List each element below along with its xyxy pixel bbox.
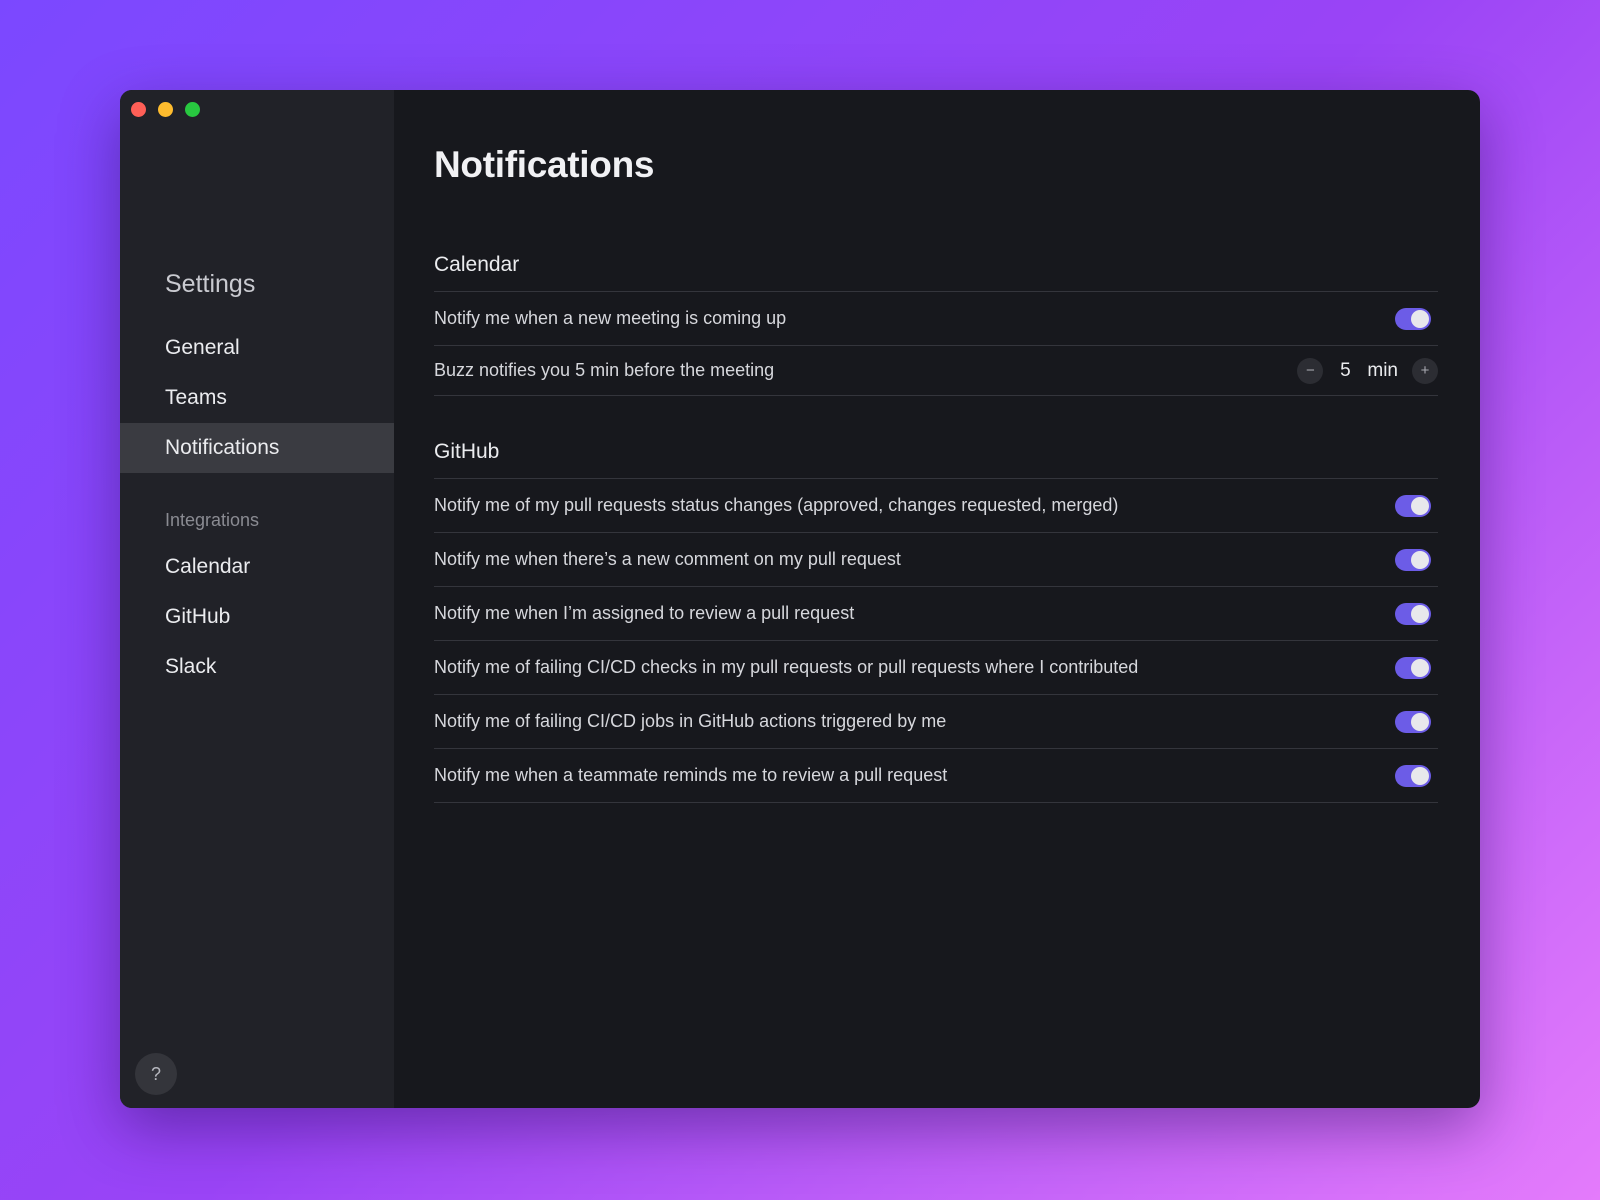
ci-checks-toggle[interactable] [1395, 656, 1431, 679]
meeting-upcoming-toggle[interactable] [1395, 307, 1431, 330]
settings-window: Settings General Teams Notifications Int… [120, 90, 1480, 1108]
sidebar-item-slack[interactable]: Slack [120, 642, 394, 692]
toggle-knob [1411, 712, 1429, 731]
setting-label: Notify me when a teammate reminds me to … [434, 765, 948, 785]
setting-label: Notify me of failing CI/CD checks in my … [434, 657, 1139, 677]
setting-row: Notify me when a teammate reminds me to … [434, 749, 1438, 803]
toggle-knob [1411, 309, 1429, 328]
help-icon: ? [150, 1063, 161, 1084]
minus-icon: − [1305, 362, 1315, 379]
minimize-window-button[interactable] [158, 102, 173, 117]
section-title-github: GitHub [434, 440, 1438, 479]
close-window-button[interactable] [131, 102, 146, 117]
window-controls [131, 102, 200, 117]
pr-status-toggle[interactable] [1395, 494, 1431, 517]
setting-row: Notify me when a new meeting is coming u… [434, 292, 1438, 346]
ci-jobs-toggle[interactable] [1395, 710, 1431, 733]
sidebar: Settings General Teams Notifications Int… [120, 90, 394, 1108]
sidebar-item-label: GitHub [165, 605, 231, 628]
section-title-calendar: Calendar [434, 253, 1438, 292]
teammate-reminder-toggle[interactable] [1395, 764, 1431, 787]
sidebar-item-github[interactable]: GitHub [120, 592, 394, 642]
setting-row: Notify me when there’s a new comment on … [434, 533, 1438, 587]
setting-row: Buzz notifies you 5 min before the meeti… [434, 346, 1438, 396]
reminder-minutes-value: 5 [1340, 359, 1351, 381]
sidebar-item-calendar[interactable]: Calendar [120, 542, 394, 592]
increment-button[interactable]: + [1412, 357, 1438, 384]
pr-comment-toggle[interactable] [1395, 548, 1431, 571]
sidebar-item-general[interactable]: General [120, 323, 394, 373]
toggle-knob [1411, 658, 1429, 677]
sidebar-item-label: Notifications [165, 436, 280, 459]
integrations-section-label: Integrations [165, 510, 260, 530]
setting-label: Notify me of my pull requests status cha… [434, 495, 1119, 515]
sidebar-item-teams[interactable]: Teams [120, 373, 394, 423]
sidebar-title: Settings [165, 270, 256, 298]
sidebar-item-label: Teams [165, 386, 227, 409]
toggle-knob [1411, 496, 1429, 515]
maximize-window-button[interactable] [185, 102, 200, 117]
decrement-button[interactable]: − [1297, 357, 1324, 384]
setting-label: Notify me when I’m assigned to review a … [434, 603, 855, 623]
sidebar-item-label: Slack [165, 655, 217, 678]
setting-row: Notify me when I’m assigned to review a … [434, 587, 1438, 641]
toggle-knob [1411, 766, 1429, 785]
reminder-minutes-unit: min [1367, 359, 1398, 381]
sidebar-item-notifications[interactable]: Notifications [120, 423, 394, 473]
setting-label: Notify me when there’s a new comment on … [434, 549, 901, 569]
toggle-knob [1411, 550, 1429, 569]
setting-row: Notify me of failing CI/CD checks in my … [434, 641, 1438, 695]
setting-row: Notify me of failing CI/CD jobs in GitHu… [434, 695, 1438, 749]
github-section: GitHub Notify me of my pull requests sta… [434, 440, 1438, 803]
main-panel: Notifications Calendar Notify me when a … [394, 90, 1480, 1108]
plus-icon: + [1420, 362, 1430, 379]
setting-row: Notify me of my pull requests status cha… [434, 479, 1438, 533]
reminder-minutes-stepper: − 5 min + [1297, 357, 1438, 384]
page-title: Notifications [434, 144, 655, 185]
setting-label: Buzz notifies you 5 min before the meeti… [434, 360, 775, 380]
sidebar-item-label: Calendar [165, 555, 251, 578]
setting-label: Notify me when a new meeting is coming u… [434, 308, 787, 328]
help-button[interactable]: ? [135, 1053, 177, 1095]
setting-label: Notify me of failing CI/CD jobs in GitHu… [434, 711, 947, 731]
review-assigned-toggle[interactable] [1395, 602, 1431, 625]
calendar-section: Calendar Notify me when a new meeting is… [434, 253, 1438, 396]
toggle-knob [1411, 604, 1429, 623]
sidebar-item-label: General [165, 336, 240, 359]
